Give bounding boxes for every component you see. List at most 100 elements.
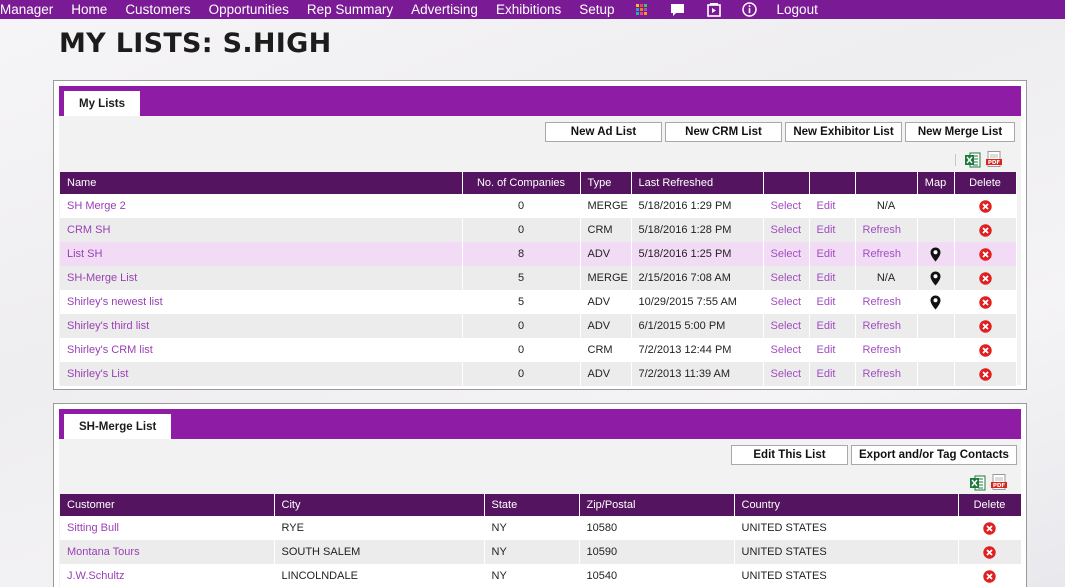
select-link[interactable]: Select	[771, 200, 802, 212]
delete-icon[interactable]	[983, 545, 996, 559]
delete-icon[interactable]	[978, 199, 992, 213]
select-link[interactable]: Select	[771, 296, 802, 308]
delete-cell	[958, 564, 1022, 587]
col-header-country[interactable]: Country	[734, 494, 959, 516]
select-link[interactable]: Select	[771, 272, 802, 284]
last-refreshed: 7/2/2013 11:39 AM	[631, 362, 764, 386]
refresh-link[interactable]: Refresh	[863, 320, 902, 332]
refresh-link[interactable]: Refresh	[863, 296, 902, 308]
nav-home[interactable]: Home	[62, 0, 116, 19]
delete-icon[interactable]	[978, 271, 992, 285]
list-name-link[interactable]: SH Merge 2	[67, 200, 126, 212]
refresh-link[interactable]: Refresh	[863, 344, 902, 356]
table-row: CRM SH 0 CRM 5/18/2016 1:28 PM Select Edit Ref…	[60, 218, 1017, 242]
map-pin-icon[interactable]	[930, 295, 941, 310]
edit-link[interactable]: Edit	[817, 320, 836, 332]
svg-text:PDF: PDF	[993, 483, 1006, 489]
select-link[interactable]: Select	[771, 320, 802, 332]
city-cell: RYE	[274, 516, 485, 540]
lists-table: Name No. of Companies Type Last Refreshe…	[60, 172, 1017, 386]
my-lists-panel: My Lists New Ad List New CRM List New Ex…	[53, 80, 1027, 390]
map-cell	[917, 290, 955, 314]
list-name-link[interactable]: Shirley's CRM list	[67, 344, 153, 356]
new-crm-list-button[interactable]: New CRM List	[665, 122, 782, 142]
select-link[interactable]: Select	[771, 344, 802, 356]
excel-export-icon[interactable]	[970, 475, 986, 491]
delete-icon[interactable]	[978, 343, 992, 357]
nav-opportunities[interactable]: Opportunities	[200, 0, 298, 19]
toolbar-separator	[955, 154, 956, 166]
map-pin-icon[interactable]	[930, 247, 941, 262]
list-name-link[interactable]: Shirley's List	[67, 368, 128, 380]
export-tag-contacts-button[interactable]: Export and/or Tag Contacts	[851, 445, 1017, 465]
nav-setup[interactable]: Setup	[570, 0, 623, 19]
nav-exhibitions[interactable]: Exhibitions	[487, 0, 570, 19]
delete-icon[interactable]	[983, 569, 996, 583]
edit-link[interactable]: Edit	[817, 224, 836, 236]
customer-link[interactable]: J.W.Schultz	[67, 570, 124, 582]
delete-icon[interactable]	[983, 521, 996, 535]
edit-link[interactable]: Edit	[817, 272, 836, 284]
edit-link[interactable]: Edit	[817, 344, 836, 356]
col-header-state[interactable]: State	[484, 494, 580, 516]
delete-cell	[954, 362, 1017, 386]
customer-link[interactable]: Sitting Bull	[67, 522, 119, 534]
page-title: MY LISTS: S.HIGH	[59, 28, 332, 59]
table-row: SH-Merge List 5 MERGE 2/15/2016 7:08 AM Sele…	[60, 266, 1017, 290]
refresh-link[interactable]: Refresh	[863, 224, 902, 236]
delete-icon[interactable]	[978, 247, 992, 261]
nav-manager[interactable]: Manager	[0, 0, 62, 19]
edit-link[interactable]: Edit	[817, 200, 836, 212]
delete-icon[interactable]	[978, 295, 992, 309]
col-header-name[interactable]: Name	[60, 172, 463, 194]
edit-link[interactable]: Edit	[817, 248, 836, 260]
col-header-companies[interactable]: No. of Companies	[462, 172, 581, 194]
new-merge-list-button[interactable]: New Merge List	[905, 122, 1015, 142]
edit-this-list-button[interactable]: Edit This List	[731, 445, 848, 465]
last-refreshed: 5/18/2016 1:28 PM	[631, 218, 764, 242]
apps-grid-icon[interactable]	[634, 2, 650, 18]
companies-count: 8	[462, 242, 581, 266]
table-row: SH Merge 2 0 MERGE 5/18/2016 1:29 PM Select E…	[60, 194, 1017, 218]
nav-logout[interactable]: Logout	[768, 0, 827, 19]
edit-link[interactable]: Edit	[817, 296, 836, 308]
col-header-city[interactable]: City	[274, 494, 485, 516]
list-name-link[interactable]: CRM SH	[67, 224, 110, 236]
nav-customers[interactable]: Customers	[116, 0, 199, 19]
select-link[interactable]: Select	[771, 368, 802, 380]
list-name-link[interactable]: Shirley's third list	[67, 320, 149, 332]
delete-icon[interactable]	[978, 319, 992, 333]
col-header-zip[interactable]: Zip/Postal	[579, 494, 735, 516]
delete-icon[interactable]	[978, 223, 992, 237]
merge-list-tabbar: SH-Merge List	[59, 409, 1021, 439]
new-ad-list-button[interactable]: New Ad List	[545, 122, 662, 142]
col-header-refreshed[interactable]: Last Refreshed	[631, 172, 764, 194]
col-header-customer[interactable]: Customer	[60, 494, 275, 516]
excel-export-icon[interactable]	[965, 152, 981, 168]
list-name-link[interactable]: Shirley's newest list	[67, 296, 163, 308]
list-name-link[interactable]: List SH	[67, 248, 102, 260]
refresh-link[interactable]: Refresh	[863, 368, 902, 380]
delete-icon[interactable]	[978, 367, 992, 381]
refresh-na: N/A	[876, 200, 896, 212]
delete-cell	[954, 242, 1017, 266]
tab-my-lists[interactable]: My Lists	[64, 91, 141, 116]
pdf-export-icon[interactable]: PDF	[991, 474, 1007, 490]
tab-sh-merge-list[interactable]: SH-Merge List	[64, 414, 172, 439]
nav-rep-summary[interactable]: Rep Summary	[298, 0, 402, 19]
map-pin-icon[interactable]	[930, 271, 941, 286]
list-name-link[interactable]: SH-Merge List	[67, 272, 137, 284]
edit-link[interactable]: Edit	[817, 368, 836, 380]
new-exhibitor-list-button[interactable]: New Exhibitor List	[785, 122, 902, 142]
info-icon[interactable]	[742, 2, 758, 18]
video-icon[interactable]	[706, 2, 722, 18]
pdf-export-icon[interactable]: PDF	[986, 151, 1002, 167]
select-link[interactable]: Select	[771, 248, 802, 260]
col-header-type[interactable]: Type	[580, 172, 632, 194]
customer-link[interactable]: Montana Tours	[67, 546, 140, 558]
select-link[interactable]: Select	[771, 224, 802, 236]
chat-icon[interactable]	[670, 2, 686, 18]
list-type: ADV	[580, 242, 632, 266]
nav-advertising[interactable]: Advertising	[402, 0, 487, 19]
refresh-link[interactable]: Refresh	[863, 248, 902, 260]
